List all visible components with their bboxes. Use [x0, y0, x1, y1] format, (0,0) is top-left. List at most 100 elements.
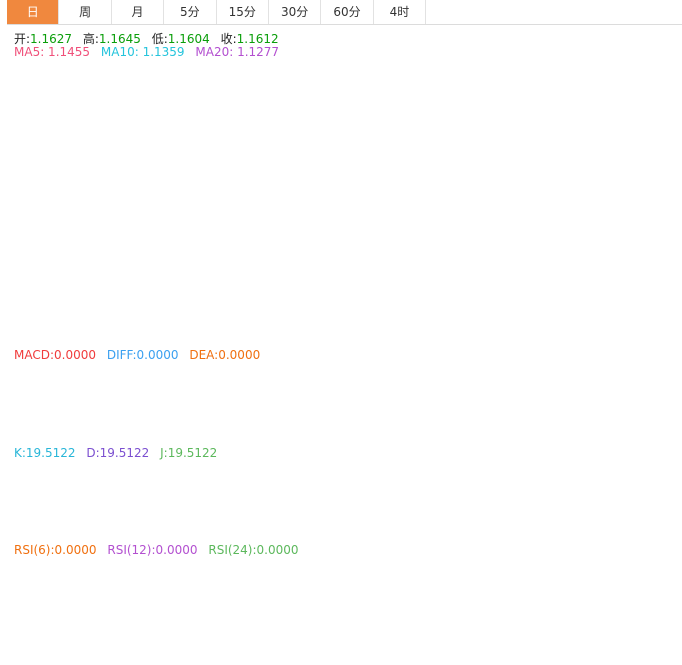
- current-price-label: 1.1612: [633, 154, 668, 165]
- macd-bar: [169, 404, 177, 419]
- candle-down: [278, 167, 285, 173]
- candle-down: [359, 189, 367, 207]
- tab-4[interactable]: 15分: [217, 0, 269, 24]
- tab-1[interactable]: 周: [59, 0, 112, 24]
- tab-3[interactable]: 5分: [164, 0, 217, 24]
- candle-down: [151, 111, 159, 127]
- candle-up: [558, 202, 566, 212]
- candle-down: [78, 90, 86, 93]
- price-tick-label: 1.0499: [634, 312, 669, 323]
- tab-0[interactable]: 日: [7, 0, 60, 24]
- ma10-value: MA10: 1.1359: [100, 45, 185, 59]
- price-tick-label: 1.0657: [634, 290, 669, 301]
- macd-bar: [250, 404, 258, 418]
- x-tick-label: 9月: [230, 640, 246, 652]
- candle-down: [133, 88, 141, 95]
- macd-bar: [160, 404, 168, 419]
- macd-bar: [187, 404, 195, 417]
- tab-6[interactable]: 60分: [321, 0, 374, 24]
- rsi24-line: [9, 559, 599, 619]
- macd-bar: [558, 389, 566, 405]
- k-line: [9, 481, 599, 539]
- k-value: K:19.5122: [14, 446, 76, 460]
- price-tick-label: 1.1130: [634, 222, 669, 233]
- candle-down: [323, 167, 331, 178]
- candle-down: [459, 197, 466, 223]
- candle-up: [504, 197, 512, 230]
- macd-bar: [395, 404, 403, 432]
- macd-bar: [97, 403, 104, 405]
- macd-bar: [115, 404, 123, 407]
- candle-up: [296, 147, 304, 154]
- macd-bar: [296, 401, 304, 405]
- candle-down: [567, 188, 575, 205]
- candle-down: [377, 207, 385, 267]
- macd-tick-label: 0.0065: [634, 387, 669, 398]
- rsi6-value: RSI(6):0.0000: [14, 543, 97, 557]
- macd-bar: [87, 404, 95, 406]
- candle-up: [404, 259, 412, 284]
- candle-down: [368, 205, 376, 208]
- candle-up: [440, 176, 448, 200]
- macd-bar: [241, 404, 249, 419]
- macd-bar: [278, 404, 285, 411]
- price-tick-label: 1.1288: [634, 200, 669, 211]
- kline-chart[interactable]: 8月 9月 10月 1.2393 1.2236 1.2078 1.1920 1.1762 1.1…: [0, 0, 682, 665]
- candle-up: [585, 154, 593, 178]
- close-value: 1.1612: [236, 32, 279, 46]
- candle-down: [449, 176, 457, 199]
- chart-frame: [7, 24, 682, 661]
- rsi-tick-label: -0.8713: [634, 627, 673, 638]
- low-label: 低:: [151, 32, 168, 46]
- rsi12-value: RSI(12):0.0000: [107, 543, 198, 557]
- price-tick-label: 1.2236: [634, 64, 669, 75]
- ma5-value: MA5: 1.1455: [14, 45, 91, 59]
- macd-bar: [51, 404, 59, 406]
- candle-up: [124, 88, 132, 95]
- candle-down: [214, 143, 222, 152]
- candle-down: [540, 198, 548, 214]
- price-tick-label: 1.2393: [634, 42, 669, 53]
- candle-down: [196, 125, 204, 140]
- price-tick-label: 1.1446: [634, 177, 669, 188]
- candle-down: [223, 150, 231, 157]
- candle-down: [386, 273, 394, 290]
- tab-2[interactable]: 月: [112, 0, 165, 24]
- rsi-tick-label: 63.6680: [634, 582, 675, 593]
- macd-bar: [513, 390, 521, 405]
- tab-7[interactable]: 4时: [374, 0, 427, 24]
- price-tick-label: 1.0972: [634, 245, 669, 256]
- macd-bar: [223, 404, 231, 418]
- period-tabs: 日周月 5分 15分 30分 60分 4时: [7, 0, 682, 25]
- rsi24-value: RSI(24):0.0000: [208, 543, 299, 557]
- macd-bar: [24, 402, 32, 405]
- candle-down: [142, 95, 150, 113]
- candle-up: [24, 65, 32, 80]
- macd-bar: [42, 404, 50, 406]
- macd-bar: [422, 404, 430, 408]
- candle-up: [522, 192, 530, 212]
- candle-up: [576, 177, 584, 205]
- tab-5[interactable]: 30分: [269, 0, 322, 24]
- current-price-badge: [629, 150, 682, 165]
- candle-up: [169, 125, 177, 136]
- rsi6-line: [9, 559, 599, 627]
- dea-value: DEA:0.0000: [189, 348, 261, 362]
- macd-bar: [232, 404, 240, 419]
- candle-up: [259, 170, 267, 173]
- kdj-tick-label: 108.2258: [634, 462, 682, 473]
- macd-bar: [305, 402, 313, 405]
- macd-bar: [133, 404, 141, 408]
- macd-bar: [78, 404, 86, 410]
- candle-up: [250, 170, 258, 177]
- macd-bar: [15, 403, 23, 405]
- macd-bar: [522, 386, 530, 405]
- macd-bar: [449, 383, 457, 405]
- macd-bar: [504, 390, 512, 405]
- macd-bar: [350, 404, 358, 406]
- macd-bar: [33, 403, 41, 405]
- candle-down: [160, 127, 168, 135]
- close-label: 收:: [220, 32, 237, 46]
- ma5-line: [9, 72, 599, 267]
- price-tick-label: 1.1920: [634, 110, 669, 121]
